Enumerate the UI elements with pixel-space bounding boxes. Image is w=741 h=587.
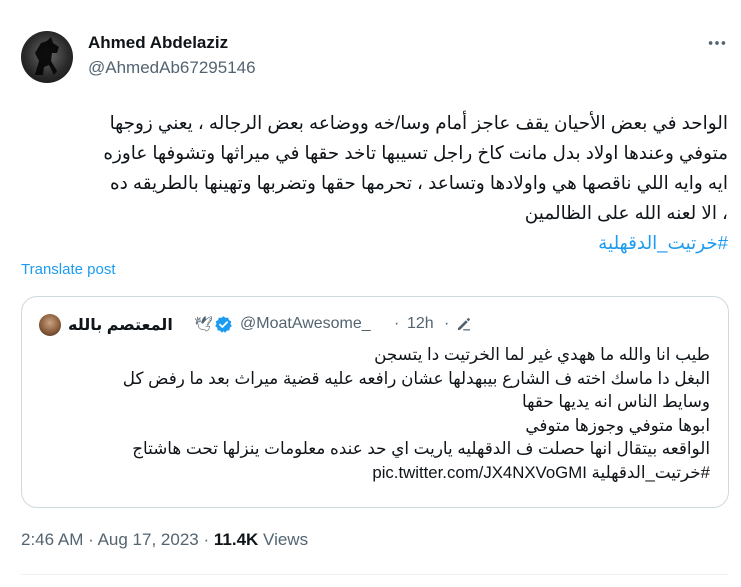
hashtag-link[interactable]: #خرتيت_الدقهلية (598, 232, 728, 253)
quoted-author-name[interactable]: المعتصم بالله (68, 315, 173, 335)
quoted-text-line: الواقعه بيتقال انها حصلت ف الدقهليه ياري… (132, 439, 710, 458)
tweet-text-line: الواحد في بعض الأحيان يقف عاجز أمام وسا/… (109, 112, 728, 133)
quoted-text-line: طيب انا والله ما ههدي غير لما الخرتيت دا… (374, 345, 710, 364)
horse-avatar-image (35, 37, 59, 75)
quoted-author-avatar[interactable] (39, 314, 61, 336)
separator-dot: · (394, 315, 400, 332)
quoted-text-line[interactable]: #خرتيت_الدقهلية pic.twitter.com/JX4NXVoG… (30, 461, 710, 485)
quoted-author-handle[interactable]: @MoatAwesome_ (240, 315, 371, 333)
tweet-card: Ahmed Abdelaziz @AhmedAb67295146 الواحد … (0, 0, 741, 587)
views-count: 11.4K (213, 530, 259, 549)
dove-emoji: 🕊 (194, 316, 214, 333)
author-name[interactable]: Ahmed Abdelaziz (88, 33, 228, 53)
divider (21, 574, 729, 575)
quoted-text-line: وسايط الناس انه يديها حقها (521, 392, 710, 411)
tweet-text-line: ايه وايه اللي ناقصها هي واولادها وتساعد … (109, 172, 728, 193)
edit-pencil-icon (458, 318, 470, 331)
separator-dot: · (88, 530, 94, 549)
separator-dot: · (444, 315, 450, 332)
verified-badge-icon (215, 316, 232, 333)
more-horizontal-icon (708, 41, 726, 45)
quoted-tweet[interactable]: المعتصم بالله 🕊 @MoatAwesome_ · 12h · طي… (21, 296, 729, 508)
post-time[interactable]: 2:46 AM (21, 530, 83, 549)
tweet-text-line: ، الا لعنه الله على الظالمين (524, 202, 728, 223)
quoted-text-line: البغل دا ماسك اخته ف الشارع بيبهدلها عشا… (122, 368, 710, 388)
tweet-text-line: متوفي وعندها اولاد بدل مانت كاخ راجل تسي… (103, 142, 728, 163)
quoted-tweet-text: طيب انا والله ما ههدي غير لما الخرتيت دا… (30, 343, 710, 484)
tweet-metadata: 2:46 AM · Aug 17, 2023 · 11.4K Views (21, 530, 308, 550)
post-date[interactable]: Aug 17, 2023 (98, 530, 199, 549)
quoted-timestamp[interactable]: 12h (407, 315, 434, 333)
author-avatar[interactable] (21, 31, 73, 83)
quoted-text-line: ابوها متوفي وجوزها متوفي (525, 415, 710, 435)
more-options-button[interactable] (704, 30, 730, 56)
translate-post-link[interactable]: Translate post (21, 261, 116, 278)
separator-dot: · (203, 530, 210, 549)
author-handle[interactable]: @AhmedAb67295146 (88, 58, 256, 78)
tweet-text: الواحد في بعض الأحيان يقف عاجز أمام وسا/… (18, 108, 728, 258)
views-label: Views (263, 530, 309, 549)
